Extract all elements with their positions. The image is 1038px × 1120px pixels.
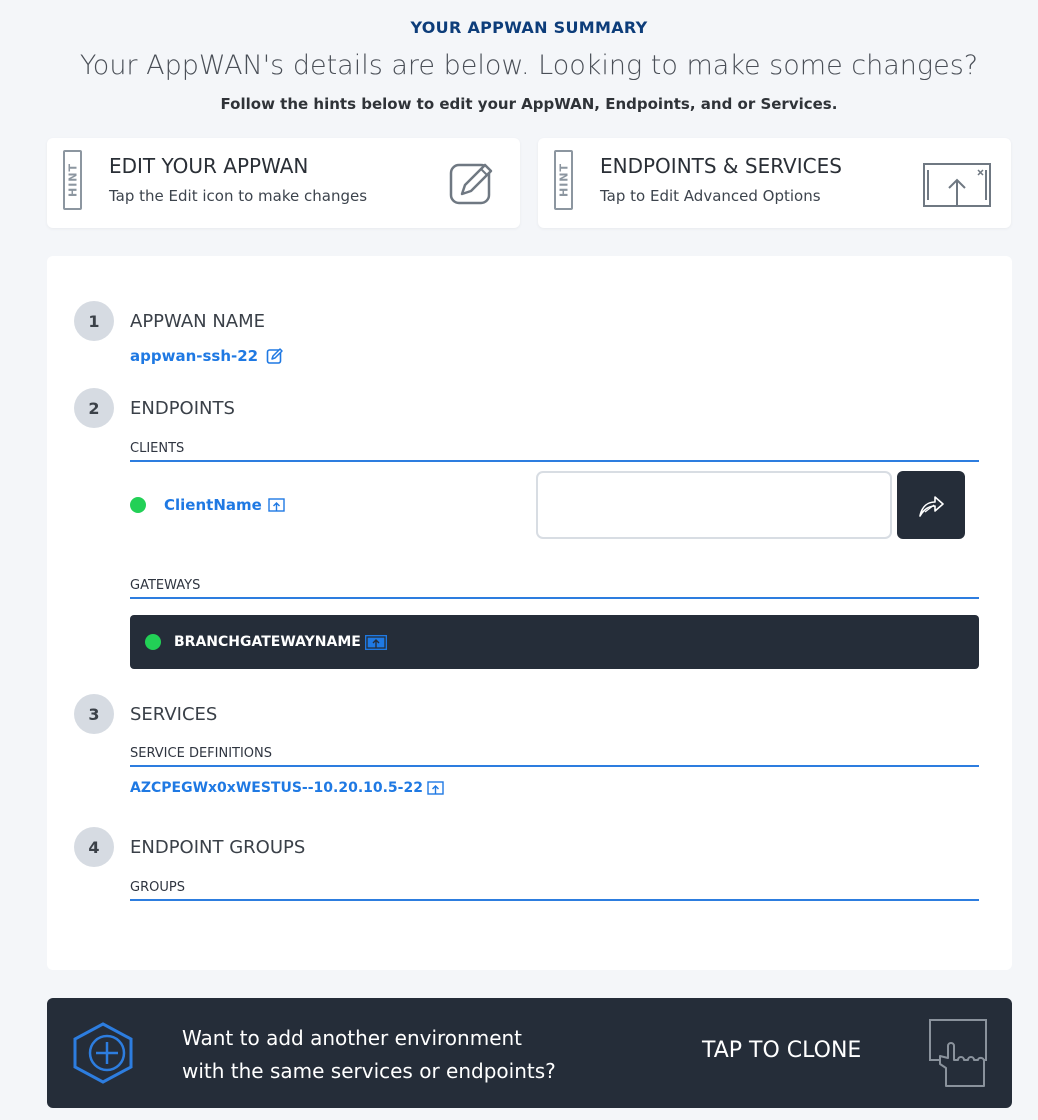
share-button[interactable]: [897, 471, 965, 539]
client-name: ClientName: [164, 496, 262, 514]
hint-edit-appwan: HINT EDIT YOUR APPWAN Tap the Edit icon …: [47, 138, 520, 228]
service-link[interactable]: AZCPEGWx0xWESTUS--10.20.10.5-22: [130, 780, 444, 796]
page-subline: Follow the hints below to edit your AppW…: [220, 95, 838, 113]
hint-badge: HINT: [63, 150, 82, 210]
page-headline: Your AppWAN's details are below. Looking…: [79, 50, 979, 81]
status-online-dot: [130, 497, 146, 513]
edit-pencil-icon: [449, 163, 493, 205]
step-title-endpoint-groups: ENDPOINT GROUPS: [130, 837, 306, 858]
client-input[interactable]: [536, 471, 892, 539]
open-window-icon: [923, 163, 991, 207]
hint-endpoints-services: HINT ENDPOINTS & SERVICES Tap to Edit Ad…: [538, 138, 1011, 228]
tap-hand-icon: [929, 1019, 987, 1087]
share-arrow-icon: [919, 496, 944, 517]
open-window-icon[interactable]: [268, 497, 285, 513]
groups-label: GROUPS: [130, 880, 979, 901]
step-title-services: SERVICES: [130, 704, 218, 725]
appwan-summary-card: 1 APPWAN NAME appwan-ssh-22 2 ENDPOINTS …: [47, 256, 1012, 970]
gateways-label: GATEWAYS: [130, 578, 979, 599]
appwan-name-link[interactable]: appwan-ssh-22: [130, 347, 284, 365]
edit-pencil-icon[interactable]: [266, 347, 284, 365]
step-number: 3: [74, 694, 114, 734]
open-window-icon[interactable]: [364, 634, 387, 650]
step-number: 1: [74, 301, 114, 341]
gateway-row[interactable]: BRANCHGATEWAYNAME: [130, 615, 979, 669]
open-window-icon[interactable]: [427, 780, 444, 796]
summary-kicker: YOUR APPWAN SUMMARY: [410, 18, 648, 37]
clone-description: Want to add another environment with the…: [182, 1026, 556, 1083]
step-title-endpoints: ENDPOINTS: [130, 398, 235, 419]
clone-banner[interactable]: Want to add another environment with the…: [47, 998, 1012, 1108]
client-link[interactable]: ClientName: [130, 496, 285, 514]
appwan-name-value: appwan-ssh-22: [130, 347, 259, 365]
hexagon-plus-icon: [73, 1022, 133, 1084]
hint-title: ENDPOINTS & SERVICES: [600, 154, 842, 178]
service-definitions-label: SERVICE DEFINITIONS: [130, 746, 979, 767]
step-title-appwan-name: APPWAN NAME: [130, 311, 266, 332]
hint-subtitle: Tap the Edit icon to make changes: [109, 187, 368, 205]
gateway-name: BRANCHGATEWAYNAME: [174, 634, 361, 650]
step-number: 4: [74, 827, 114, 867]
hint-title: EDIT YOUR APPWAN: [109, 154, 309, 178]
service-definition: AZCPEGWx0xWESTUS--10.20.10.5-22: [130, 780, 423, 796]
clients-label: CLIENTS: [130, 441, 979, 462]
tap-to-clone-button[interactable]: TAP TO CLONE: [702, 1038, 861, 1063]
step-number: 2: [74, 388, 114, 428]
status-online-dot: [145, 634, 161, 650]
hint-subtitle: Tap to Edit Advanced Options: [600, 187, 821, 205]
hint-badge: HINT: [554, 150, 573, 210]
